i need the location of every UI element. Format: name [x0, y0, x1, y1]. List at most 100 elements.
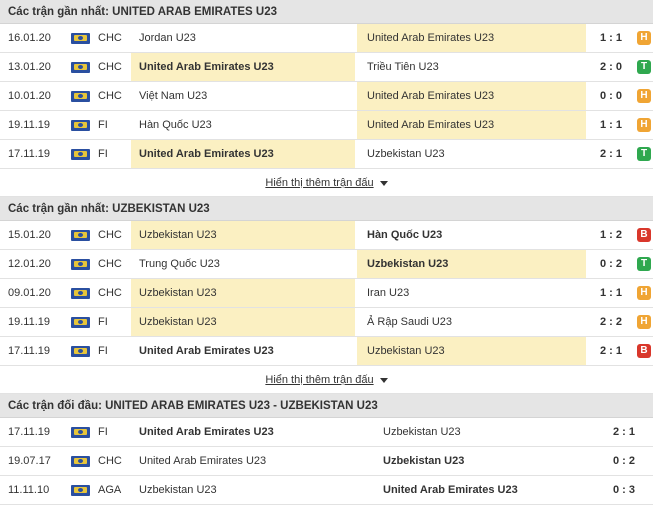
league-flag — [71, 221, 91, 249]
match-date: 12.01.20 — [8, 258, 51, 270]
result-badge: H — [637, 118, 651, 132]
recent-matches-section: Các trận gần nhất: UZBEKISTAN U23 15.01.2… — [0, 197, 653, 394]
world-flag-icon — [71, 288, 90, 299]
match-score[interactable]: 1 : 2 — [586, 221, 636, 249]
match-row[interactable]: 19.11.19 FI Hàn Quốc U23 United Arab Emirat… — [0, 111, 653, 140]
result-cell: H — [636, 308, 653, 336]
world-flag-icon — [71, 346, 90, 357]
match-row[interactable]: 15.01.20 CHC Uzbekistan U23 Hàn Quốc U23 1 :… — [0, 221, 653, 250]
match-row[interactable]: 13.01.20 CHC United Arab Emirates U23 Triều… — [0, 53, 653, 82]
show-more-link[interactable]: Hiển thị thêm trận đấu — [265, 374, 373, 386]
league-flag — [71, 111, 91, 139]
match-date: 16.01.20 — [8, 32, 51, 44]
home-team[interactable]: United Arab Emirates U23 — [131, 53, 355, 81]
show-more-row: Hiển thị thêm trận đấu — [0, 169, 653, 197]
match-score[interactable]: 1 : 1 — [586, 24, 636, 52]
world-flag-icon — [71, 456, 90, 467]
match-score[interactable]: 0 : 2 — [595, 447, 653, 475]
result-badge: T — [637, 257, 651, 271]
match-date: 17.11.19 — [8, 345, 51, 357]
section-title: Các trận gần nhất: UZBEKISTAN U23 — [0, 197, 653, 221]
match-row[interactable]: 19.11.19 FI Uzbekistan U23 Ả Rập Saudi U23 2… — [0, 308, 653, 337]
away-team[interactable]: Uzbekistan U23 — [357, 250, 586, 278]
result-badge: B — [637, 344, 651, 358]
away-team[interactable]: United Arab Emirates U23 — [357, 24, 586, 52]
home-team[interactable]: United Arab Emirates U23 — [131, 447, 367, 475]
result-cell: H — [636, 111, 653, 139]
match-score[interactable]: 0 : 3 — [595, 476, 653, 504]
result-badge: T — [637, 60, 651, 74]
home-team[interactable]: United Arab Emirates U23 — [131, 418, 367, 446]
section-title: Các trận gần nhất: UNITED ARAB EMIRATES … — [0, 0, 653, 24]
home-team[interactable]: Uzbekistan U23 — [131, 221, 355, 249]
match-row[interactable]: 16.01.20 CHC Jordan U23 United Arab Emirate… — [0, 24, 653, 53]
away-team[interactable]: United Arab Emirates U23 — [357, 111, 586, 139]
match-row[interactable]: 09.01.20 CHC Uzbekistan U23 Iran U23 1 : 1H — [0, 279, 653, 308]
home-team[interactable]: Việt Nam U23 — [131, 82, 355, 110]
away-team[interactable]: Uzbekistan U23 — [357, 337, 586, 365]
world-flag-icon — [71, 149, 90, 160]
result-badge: B — [637, 228, 651, 242]
away-team[interactable]: United Arab Emirates U23 — [375, 476, 595, 504]
home-team[interactable]: United Arab Emirates U23 — [131, 140, 355, 168]
world-flag-icon — [71, 230, 90, 241]
home-team[interactable]: Trung Quốc U23 — [131, 250, 355, 278]
world-flag-icon — [71, 259, 90, 270]
home-team[interactable]: Hàn Quốc U23 — [131, 111, 355, 139]
match-score[interactable]: 0 : 2 — [586, 250, 636, 278]
match-score[interactable]: 2 : 0 — [586, 53, 636, 81]
match-row[interactable]: 19.07.17 CHC United Arab Emirates U23 Uzbek… — [0, 447, 653, 476]
show-more-link[interactable]: Hiển thị thêm trận đấu — [265, 177, 373, 189]
home-team[interactable]: Uzbekistan U23 — [131, 476, 367, 504]
world-flag-icon — [71, 120, 90, 131]
league-flag — [71, 82, 91, 110]
recent-matches-section: Các trận gần nhất: UNITED ARAB EMIRATES … — [0, 0, 653, 197]
result-cell: T — [636, 250, 653, 278]
match-score[interactable]: 2 : 2 — [586, 308, 636, 336]
league-flag — [71, 476, 91, 504]
match-date: 19.07.17 — [8, 455, 51, 467]
world-flag-icon — [71, 33, 90, 44]
match-row[interactable]: 17.11.19 FI United Arab Emirates U23 Uzbeki… — [0, 337, 653, 366]
match-row[interactable]: 12.01.20 CHC Trung Quốc U23 Uzbekistan U23 0… — [0, 250, 653, 279]
caret-down-icon[interactable] — [379, 180, 388, 186]
match-score[interactable]: 2 : 1 — [586, 140, 636, 168]
away-team[interactable]: Uzbekistan U23 — [357, 140, 586, 168]
result-badge: H — [637, 286, 651, 300]
match-row[interactable]: 11.11.10 AGA Uzbekistan U23 United Arab Emi… — [0, 476, 653, 505]
caret-down-icon[interactable] — [379, 377, 388, 383]
home-team[interactable]: Jordan U23 — [131, 24, 355, 52]
away-team[interactable]: Uzbekistan U23 — [375, 418, 595, 446]
match-date: 17.11.19 — [8, 426, 51, 438]
away-team[interactable]: United Arab Emirates U23 — [357, 82, 586, 110]
match-date: 10.01.20 — [8, 90, 51, 102]
result-cell: B — [636, 221, 653, 249]
match-score[interactable]: 2 : 1 — [586, 337, 636, 365]
match-score[interactable]: 1 : 1 — [586, 279, 636, 307]
home-team[interactable]: Uzbekistan U23 — [131, 279, 355, 307]
match-row[interactable]: 17.11.19 FI United Arab Emirates U23 Uzbeki… — [0, 418, 653, 447]
home-team[interactable]: Uzbekistan U23 — [131, 308, 355, 336]
world-flag-icon — [71, 317, 90, 328]
league-flag — [71, 308, 91, 336]
league-flag — [71, 140, 91, 168]
away-team[interactable]: Hàn Quốc U23 — [357, 221, 586, 249]
league-flag — [71, 53, 91, 81]
away-team[interactable]: Ả Rập Saudi U23 — [357, 308, 586, 336]
match-row[interactable]: 17.11.19 FI United Arab Emirates U23 Uzbeki… — [0, 140, 653, 169]
world-flag-icon — [71, 485, 90, 496]
away-team[interactable]: Iran U23 — [357, 279, 586, 307]
result-badge: H — [637, 31, 651, 45]
match-score[interactable]: 2 : 1 — [595, 418, 653, 446]
away-team[interactable]: Uzbekistan U23 — [375, 447, 595, 475]
league-flag — [71, 337, 91, 365]
league-flag — [71, 279, 91, 307]
result-badge: T — [637, 147, 651, 161]
match-score[interactable]: 0 : 0 — [586, 82, 636, 110]
match-row[interactable]: 10.01.20 CHC Việt Nam U23 United Arab Emira… — [0, 82, 653, 111]
result-cell: H — [636, 279, 653, 307]
home-team[interactable]: United Arab Emirates U23 — [131, 337, 355, 365]
match-score[interactable]: 1 : 1 — [586, 111, 636, 139]
match-date: 19.11.19 — [8, 119, 51, 131]
away-team[interactable]: Triều Tiên U23 — [357, 53, 586, 81]
